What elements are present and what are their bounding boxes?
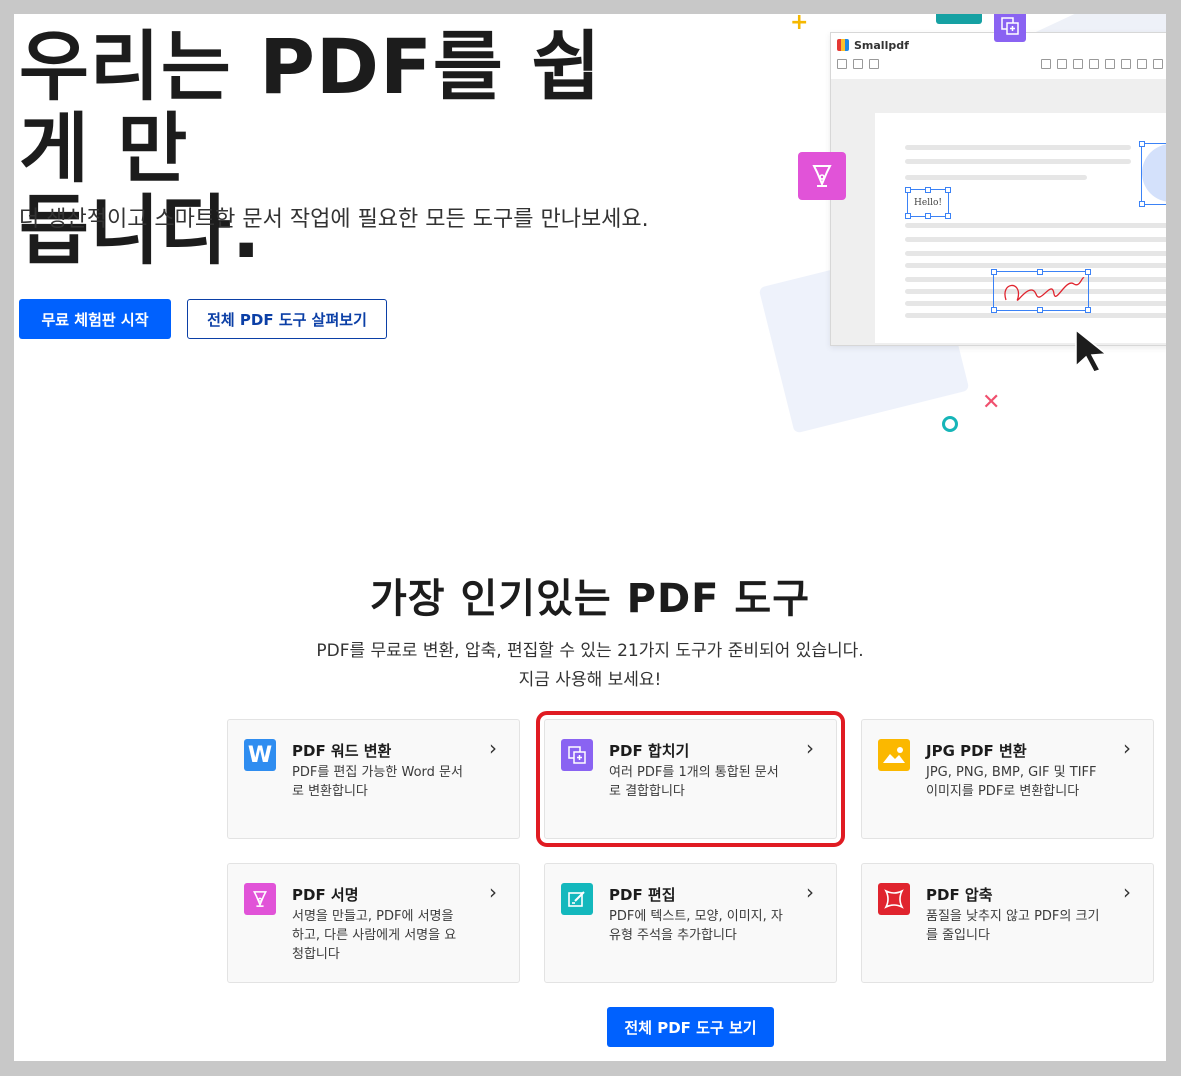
highlight-tool-icon bbox=[1073, 59, 1083, 69]
tools-section-title: 가장 인기있는 PDF 도구 bbox=[369, 576, 811, 622]
chevron-right-icon: › bbox=[1123, 880, 1131, 904]
text-tool-icon bbox=[1105, 59, 1115, 69]
pen-nib-badge-icon bbox=[798, 152, 846, 200]
app-canvas: Hello! bbox=[831, 79, 1166, 345]
tool-name: PDF 서명 bbox=[292, 886, 359, 904]
tool-card-edit-pdf[interactable]: PDF 편집 PDF에 텍스트, 모양, 이미지, 자유형 주석을 추가합니다 … bbox=[544, 863, 837, 983]
tool-name: JPG PDF 변환 bbox=[926, 742, 1027, 760]
merge-icon bbox=[561, 739, 593, 771]
tool-name: PDF 압축 bbox=[926, 886, 993, 904]
shape-tool-icon bbox=[1121, 59, 1131, 69]
tool-desc: JPG, PNG, BMP, GIF 및 TIFF 이미지를 PDF로 변환합니… bbox=[926, 765, 1097, 799]
smallpdf-logo-icon bbox=[837, 39, 849, 51]
app-toolbar bbox=[831, 57, 1166, 71]
chevron-right-icon: › bbox=[1123, 736, 1131, 760]
image-icon bbox=[878, 739, 910, 771]
tool-name: PDF 편집 bbox=[609, 886, 676, 904]
page-view-icon bbox=[837, 59, 847, 69]
pen-tool-icon bbox=[1057, 59, 1067, 69]
page: 우리는 PDF를 쉽게 만 듭니다. 더 생산적이고 스마트한 문서 작업에 필… bbox=[14, 14, 1166, 1061]
chevron-right-icon: › bbox=[806, 736, 814, 760]
start-free-trial-button[interactable]: 무료 체험판 시작 bbox=[19, 299, 171, 339]
app-window-mockup: Smallpdf Hello! bbox=[830, 32, 1166, 346]
chevron-right-icon: › bbox=[489, 880, 497, 904]
line-tool-icon bbox=[1137, 59, 1147, 69]
document-page: Hello! bbox=[875, 113, 1166, 343]
marker-tool-icon bbox=[1089, 59, 1099, 69]
x-mark-icon: ✕ bbox=[982, 390, 1001, 415]
hero-title-line1: 우리는 PDF를 쉽게 만 bbox=[19, 22, 603, 193]
edit-icon bbox=[561, 883, 593, 915]
sign-tool-icon bbox=[1153, 59, 1163, 69]
tool-name: PDF 합치기 bbox=[609, 742, 690, 760]
compress-icon bbox=[878, 883, 910, 915]
circle-shape-annotation bbox=[1141, 143, 1166, 205]
tool-desc: PDF에 텍스트, 모양, 이미지, 자유형 주석을 추가합니다 bbox=[609, 909, 783, 943]
signature-annotation bbox=[993, 271, 1089, 311]
sidebar-icon bbox=[869, 59, 879, 69]
merge-badge-icon bbox=[994, 14, 1026, 42]
cursor-tool-icon bbox=[1041, 59, 1051, 69]
tool-card-jpg-to-pdf[interactable]: JPG PDF 변환 JPG, PNG, BMP, GIF 및 TIFF 이미지… bbox=[861, 719, 1154, 839]
grid-view-icon bbox=[853, 59, 863, 69]
ring-icon bbox=[942, 416, 958, 432]
hero-illustration: + Smallpdf Hello! ✕ bbox=[744, 14, 1166, 444]
app-name: Smallpdf bbox=[854, 38, 909, 52]
tool-card-sign-pdf[interactable]: PDF 서명 서명을 만들고, PDF에 서명을 하고, 다른 사람에게 서명을… bbox=[227, 863, 520, 983]
view-all-tools-button[interactable]: 전체 PDF 도구 보기 bbox=[607, 1007, 774, 1047]
chevron-right-icon: › bbox=[489, 736, 497, 760]
tool-desc: 여러 PDF를 1개의 통합된 문서로 결합합니다 bbox=[609, 765, 779, 799]
plus-icon: + bbox=[790, 14, 809, 35]
word-icon: W bbox=[244, 739, 276, 771]
tool-desc: 품질을 낮추지 않고 PDF의 크기를 줄입니다 bbox=[926, 909, 1100, 943]
explore-all-tools-button[interactable]: 전체 PDF 도구 살펴보기 bbox=[187, 299, 387, 339]
pen-nib-icon bbox=[244, 883, 276, 915]
chevron-right-icon: › bbox=[806, 880, 814, 904]
tool-desc: PDF를 편집 가능한 Word 문서로 변환합니다 bbox=[292, 765, 463, 799]
tool-card-merge-pdf[interactable]: PDF 합치기 여러 PDF를 1개의 통합된 문서로 결합합니다 › bbox=[536, 711, 845, 847]
tool-name: PDF 워드 변환 bbox=[292, 742, 392, 760]
tools-subtitle-line2: 지금 사용해 보세요! bbox=[518, 670, 662, 690]
hero-subtitle: 더 생산적이고 스마트한 문서 작업에 필요한 모든 도구를 만나보세요. bbox=[19, 207, 649, 232]
tool-card-pdf-to-word[interactable]: W PDF 워드 변환 PDF를 편집 가능한 Word 문서로 변환합니다 › bbox=[227, 719, 520, 839]
teal-badge-icon bbox=[936, 14, 982, 24]
tools-subtitle-line1: PDF를 무료로 변환, 압축, 편집할 수 있는 21가지 도구가 준비되어 … bbox=[316, 641, 864, 661]
mouse-pointer-icon bbox=[1074, 328, 1110, 378]
tool-card-compress-pdf[interactable]: PDF 압축 품질을 낮추지 않고 PDF의 크기를 줄입니다 › bbox=[861, 863, 1154, 983]
tools-section-subtitle: PDF를 무료로 변환, 압축, 편집할 수 있는 21가지 도구가 준비되어 … bbox=[14, 637, 1166, 695]
tool-desc: 서명을 만들고, PDF에 서명을 하고, 다른 사람에게 서명을 요청합니다 bbox=[292, 909, 457, 962]
